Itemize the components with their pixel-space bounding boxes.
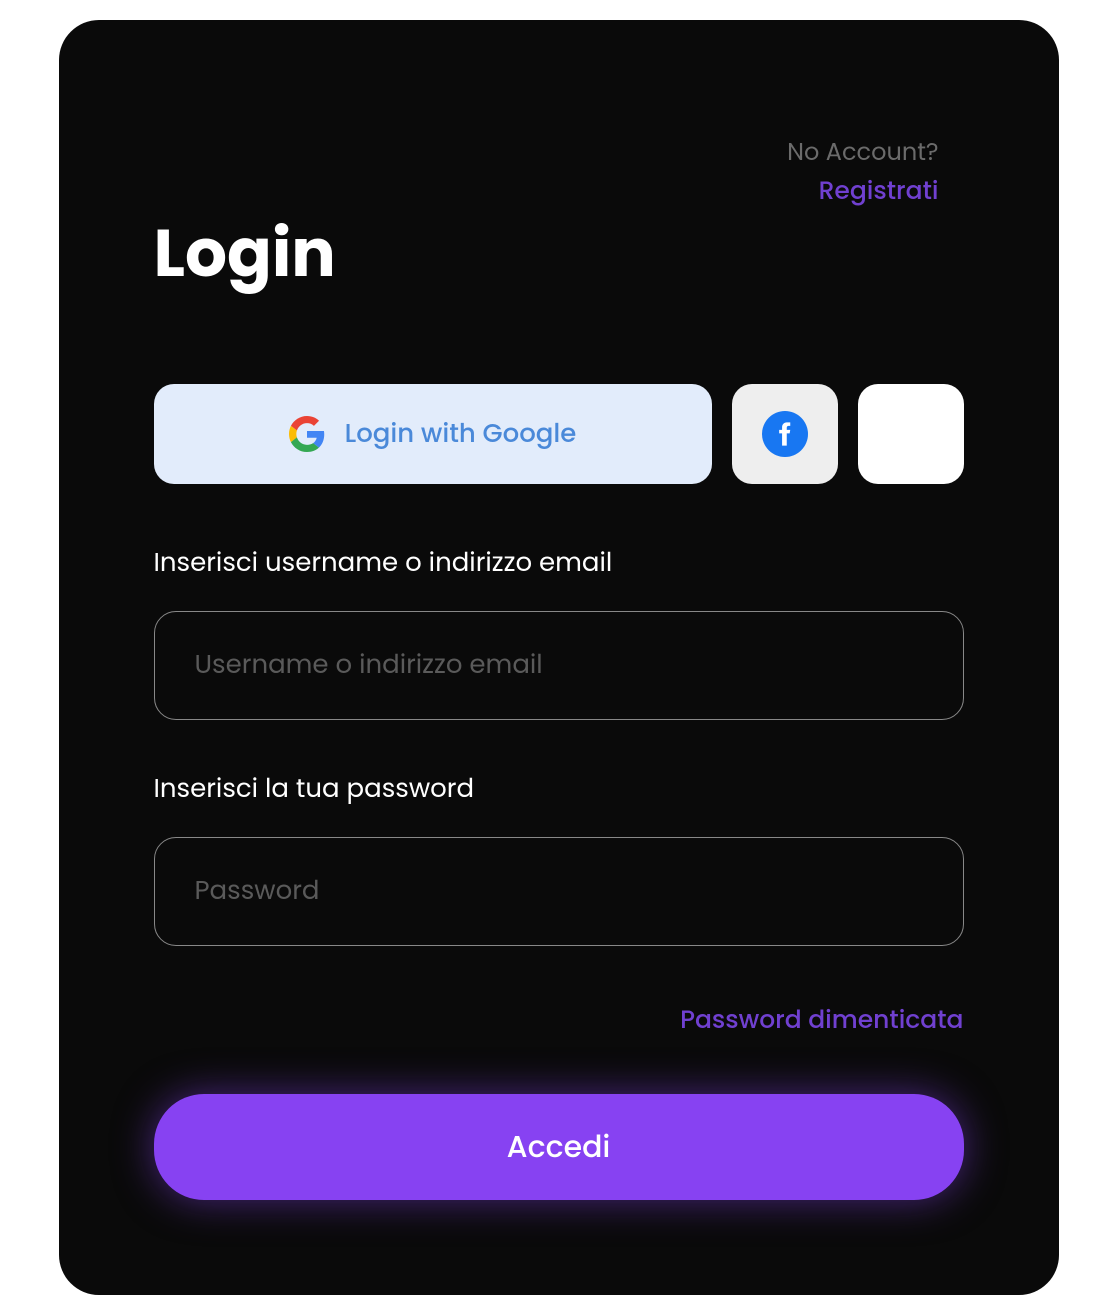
password-label: Inserisci la tua password <box>154 770 964 809</box>
username-label: Inserisci username o indirizzo email <box>154 544 964 583</box>
google-login-button[interactable]: Login with Google <box>154 384 712 484</box>
page-title: Login <box>154 205 964 304</box>
google-icon <box>289 416 325 452</box>
register-section: No Account? Registrati <box>787 135 938 210</box>
password-input[interactable] <box>154 837 964 946</box>
username-input[interactable] <box>154 611 964 720</box>
login-card: No Account? Registrati Login Login with … <box>59 20 1059 1295</box>
no-account-text: No Account? <box>787 135 938 170</box>
password-field-group: Inserisci la tua password <box>154 770 964 946</box>
facebook-login-button[interactable] <box>732 384 838 484</box>
social-login-row: Login with Google <box>154 384 964 484</box>
forgot-password-section: Password dimenticata <box>154 1001 964 1039</box>
forgot-password-link[interactable]: Password dimenticata <box>680 1002 963 1037</box>
apple-login-button[interactable] <box>858 384 964 484</box>
submit-button[interactable]: Accedi <box>154 1094 964 1200</box>
apple-icon <box>883 406 939 462</box>
username-field-group: Inserisci username o indirizzo email <box>154 544 964 720</box>
facebook-icon <box>762 411 808 457</box>
register-link[interactable]: Registrati <box>819 173 939 208</box>
google-button-label: Login with Google <box>345 415 577 454</box>
